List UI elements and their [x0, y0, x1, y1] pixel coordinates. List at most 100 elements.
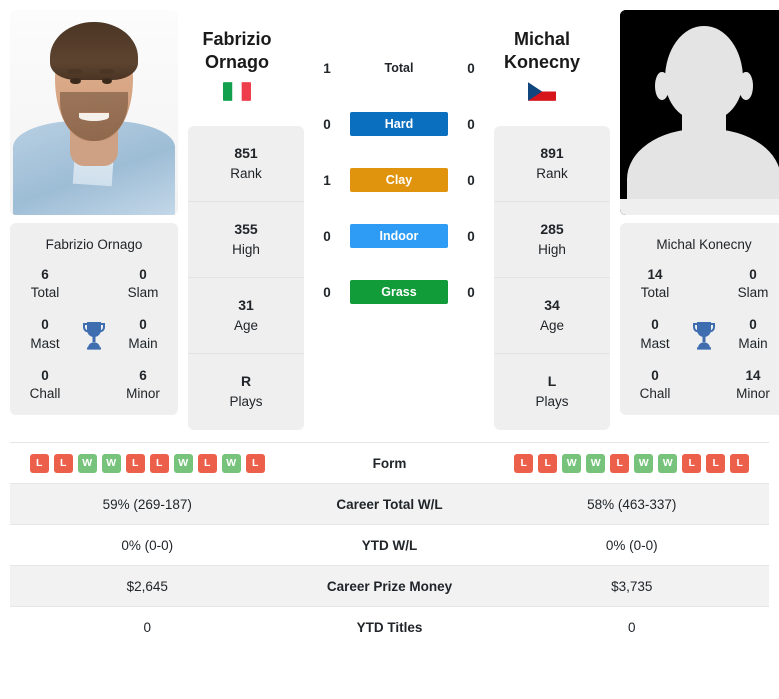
- form-badge-l: L: [125, 453, 145, 473]
- form-badge-l: L: [730, 453, 750, 473]
- stat-label: Career Prize Money: [326, 578, 453, 594]
- trophy-icon: [693, 321, 715, 350]
- right-info-age: 34 Age: [494, 278, 610, 354]
- left-player-full-name: Fabrizio Ornago: [45, 237, 143, 252]
- left-info-high: 355 High: [188, 202, 304, 278]
- right-titles-mast: 0 Mast: [640, 317, 670, 351]
- h2h-row-total: 1 Total 0: [314, 40, 484, 96]
- h2h-row-clay: 1 Clay 0: [314, 152, 484, 208]
- stat-label: YTD Titles: [356, 619, 423, 635]
- left-titles-row-chall-minor: 0 Chall 6 Minor: [16, 367, 172, 403]
- surface-label-total: Total: [384, 61, 414, 75]
- form-badge-l: L: [29, 453, 49, 473]
- left-value: 0: [143, 619, 151, 635]
- surface-label-clay[interactable]: Clay: [350, 168, 448, 192]
- comparison-top-section: Fabrizio Ornago 6 Total 0 Slam 0 Mast 0 …: [0, 0, 779, 430]
- right-titles-total: 14 Total: [640, 267, 670, 301]
- table-row: 0% (0-0) YTD W/L 0% (0-0): [10, 524, 769, 565]
- left-player-last-name: Ornago: [204, 52, 269, 73]
- portrait-illustration: [10, 10, 178, 215]
- h2h-right-score-clay: 0: [467, 172, 475, 188]
- surface-label-grass[interactable]: Grass: [350, 280, 448, 304]
- form-badge-w: W: [658, 453, 678, 473]
- form-badge-l: L: [610, 453, 630, 473]
- left-titles-row-mast-main: 0 Mast 0 Main: [16, 316, 172, 352]
- form-badge-l: L: [538, 453, 558, 473]
- form-badge-w: W: [562, 453, 582, 473]
- right-player-first-name: Michal: [513, 29, 570, 49]
- left-value: 59% (269-187): [102, 496, 192, 512]
- form-badge-w: W: [221, 453, 241, 473]
- h2h-left-score-indoor: 0: [323, 228, 331, 244]
- flag-italy-icon: [223, 82, 251, 101]
- table-row: $2,645 Career Prize Money $3,735: [10, 565, 769, 606]
- left-value: 0% (0-0): [121, 537, 174, 553]
- avatar-placeholder-icon: [620, 10, 779, 215]
- h2h-right-score-indoor: 0: [467, 228, 475, 244]
- surface-label-indoor[interactable]: Indoor: [350, 224, 448, 248]
- form-badge-l: L: [197, 453, 217, 473]
- right-info-rank: 891 Rank: [494, 126, 610, 202]
- head-to-head-list: 1 Total 0 0 Hard 0 1 Clay 0 0 Indoor 0 0 Grass 0: [314, 40, 484, 320]
- stat-label: Form: [372, 455, 407, 471]
- right-player-full-name: Michal Konecny: [656, 237, 752, 252]
- table-row: L L W W L L W L W L Form L L W W L W W L L L: [10, 442, 769, 483]
- surface-label-hard[interactable]: Hard: [350, 112, 448, 136]
- form-badge-l: L: [706, 453, 726, 473]
- form-badge-w: W: [173, 453, 193, 473]
- left-titles-minor: 6 Minor: [126, 367, 160, 402]
- right-form-badges: LLWWLWWLLL: [495, 453, 770, 473]
- right-value: $3,735: [611, 578, 653, 594]
- form-badge-l: L: [514, 453, 534, 473]
- stat-label: YTD W/L: [361, 537, 418, 553]
- left-player-first-name: Fabrizio: [202, 29, 272, 49]
- right-player-last-name: Konecny: [503, 52, 581, 73]
- h2h-row-grass: 0 Grass 0: [314, 264, 484, 320]
- right-player-info-column: 891 Rank 285 High 34 Age L Plays: [494, 126, 610, 430]
- right-value: 58% (463-337): [587, 496, 677, 512]
- left-titles-total: 6 Total: [30, 267, 60, 301]
- right-player-photo[interactable]: [620, 10, 779, 215]
- right-titles-row-mast-main: 0 Mast 0 Main: [626, 316, 779, 352]
- form-badge-l: L: [245, 453, 265, 473]
- left-info-plays: R Plays: [229, 373, 263, 410]
- right-titles-row-total-slam: 14 Total 0 Slam: [626, 266, 779, 302]
- left-player-info-column: 851 Rank 355 High 31 Age R Plays: [188, 126, 304, 430]
- h2h-right-score-total: 0: [467, 60, 475, 76]
- right-player-name-block[interactable]: Michal Konecny: [483, 28, 601, 101]
- left-player-name-block[interactable]: Fabrizio Ornago: [178, 28, 296, 101]
- left-player-photo[interactable]: [10, 10, 178, 215]
- table-row: 59% (269-187) Career Total W/L 58% (463-33…: [10, 483, 769, 524]
- right-titles-main: 0 Main: [738, 317, 768, 351]
- right-info-plays: L Plays: [535, 373, 569, 410]
- form-badge-w: W: [77, 453, 97, 473]
- player-comparison-page: Fabrizio Ornago Michal Konecny Fabrizio …: [0, 0, 779, 647]
- form-badge-l: L: [682, 453, 702, 473]
- left-titles-mast: 0 Mast: [30, 317, 60, 351]
- h2h-row-indoor: 0 Indoor 0: [314, 208, 484, 264]
- right-titles-minor: 14 Minor: [736, 367, 770, 402]
- left-titles-chall: 0 Chall: [29, 367, 61, 402]
- head-to-head-column: 1 Total 0 0 Hard 0 1 Clay 0 0 Indoor 0 0 Grass 0: [314, 10, 484, 320]
- left-player-titles-card: Fabrizio Ornago 6 Total 0 Slam 0 Mast 0 …: [10, 223, 178, 416]
- left-form-badges: LLWWLLWLWL: [10, 453, 285, 473]
- right-value: 0% (0-0): [605, 537, 658, 553]
- trophy-icon: [83, 321, 105, 350]
- form-badge-w: W: [101, 453, 121, 473]
- left-titles-main: 0 Main: [128, 317, 158, 351]
- h2h-left-score-hard: 0: [323, 116, 331, 132]
- form-badge-w: W: [634, 453, 654, 473]
- left-titles-slam: 0 Slam: [127, 267, 159, 301]
- right-info-high: 285 High: [494, 202, 610, 278]
- h2h-left-score-total: 1: [323, 60, 331, 76]
- left-value: $2,645: [126, 578, 168, 594]
- form-badge-l: L: [53, 453, 73, 473]
- right-titles-chall: 0 Chall: [639, 367, 671, 402]
- right-titles-slam: 0 Slam: [737, 267, 769, 301]
- left-titles-row-total-slam: 6 Total 0 Slam: [16, 266, 172, 302]
- right-player-column: Michal Konecny 14 Total 0 Slam 0 Mast 0 …: [620, 10, 779, 416]
- table-row: 0 YTD Titles 0: [10, 606, 769, 647]
- h2h-right-score-hard: 0: [467, 116, 475, 132]
- flag-czech-icon: [528, 82, 556, 101]
- right-value: 0: [627, 619, 636, 635]
